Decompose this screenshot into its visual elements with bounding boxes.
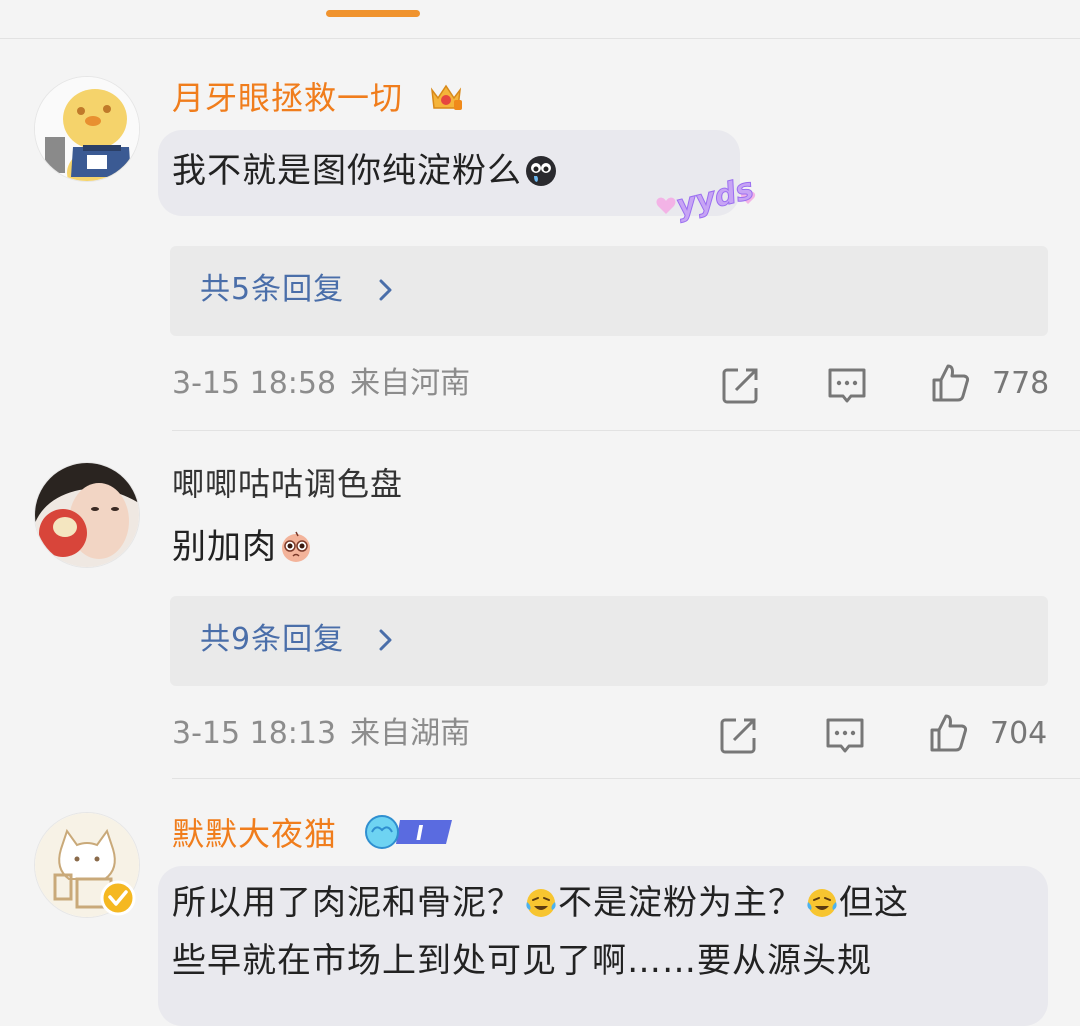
thumbs-up-icon — [930, 714, 968, 752]
yyds-sticker: yyds — [656, 171, 758, 225]
crying-face-emoji — [526, 156, 556, 186]
top-divider — [0, 38, 1080, 39]
chevron-right-icon — [379, 279, 392, 301]
comment-timestamp: 3-15 18:13 — [172, 716, 337, 751]
staring-face-emoji — [282, 531, 310, 562]
like-button[interactable] — [928, 712, 970, 754]
row-divider — [172, 778, 1080, 779]
comment-location: 来自湖南 — [350, 716, 471, 751]
comment-icon — [828, 368, 866, 403]
comment-text: 我不就是图你纯淀粉么 — [172, 142, 558, 200]
brain-level-badge-icon[interactable]: I — [356, 814, 456, 850]
like-count: 778 — [992, 366, 1050, 401]
share-icon — [720, 718, 756, 754]
comment-location: 来自河南 — [350, 366, 471, 401]
avatar-duck-image — [35, 77, 139, 181]
comment-text: 所以用了肉泥和骨泥？ 不是淀粉为主？ 但这 些早就在市场上到处可见了啊……要从源… — [172, 874, 1032, 990]
comment-button[interactable] — [826, 364, 868, 406]
like-button[interactable] — [930, 362, 972, 404]
comment-text-segment: 但这 — [839, 883, 909, 923]
thumbs-up-icon — [932, 364, 970, 402]
verified-badge-icon — [100, 880, 136, 916]
comment-meta: 3-15 18:58 来自河南 — [172, 364, 470, 404]
svg-text:yyds: yyds — [673, 171, 758, 224]
comment-icon — [826, 718, 864, 753]
comment-text: 别加肉 — [172, 518, 313, 576]
comment-button[interactable] — [824, 714, 866, 756]
reply-count-link[interactable]: 共9条回复 — [200, 620, 344, 660]
avatar[interactable] — [34, 462, 140, 568]
share-icon — [722, 368, 758, 404]
row-divider — [172, 430, 1080, 431]
view-replies-button[interactable]: 共5条回复 — [170, 246, 1048, 336]
like-count: 704 — [990, 716, 1048, 751]
crown-badge-icon[interactable] — [428, 78, 464, 114]
view-replies-button[interactable]: 共9条回复 — [170, 596, 1048, 686]
comment-text-segment: 所以用了肉泥和骨泥？ — [172, 883, 522, 923]
share-button[interactable] — [720, 364, 762, 406]
chevron-right-icon — [379, 629, 392, 651]
laughing-crying-emoji — [807, 889, 837, 917]
svg-text:I: I — [416, 821, 424, 845]
username[interactable]: 唧唧咕咕调色盘 — [172, 464, 403, 504]
avatar-apple-girl-image — [35, 463, 139, 567]
comment-text-content: 别加肉 — [172, 527, 277, 567]
laughing-crying-emoji — [526, 889, 556, 917]
comment-text-line: 些早就在市场上到处可见了啊……要从源头规 — [172, 941, 872, 981]
share-button[interactable] — [718, 714, 760, 756]
username[interactable]: 默默大夜猫 — [172, 814, 337, 854]
comment-text-segment: 不是淀粉为主？ — [558, 883, 803, 923]
comment-text-line: 所以用了肉泥和骨泥？ 不是淀粉为主？ 但这 — [172, 874, 1032, 932]
comment-meta: 3-15 18:13 来自湖南 — [172, 714, 470, 754]
avatar[interactable] — [34, 76, 140, 182]
active-tab-indicator[interactable] — [326, 10, 420, 17]
reply-count-link[interactable]: 共5条回复 — [200, 270, 344, 310]
comment-text-content: 我不就是图你纯淀粉么 — [172, 151, 522, 191]
comment-timestamp: 3-15 18:58 — [172, 366, 337, 401]
username[interactable]: 月牙眼拯救一切 — [172, 78, 403, 118]
